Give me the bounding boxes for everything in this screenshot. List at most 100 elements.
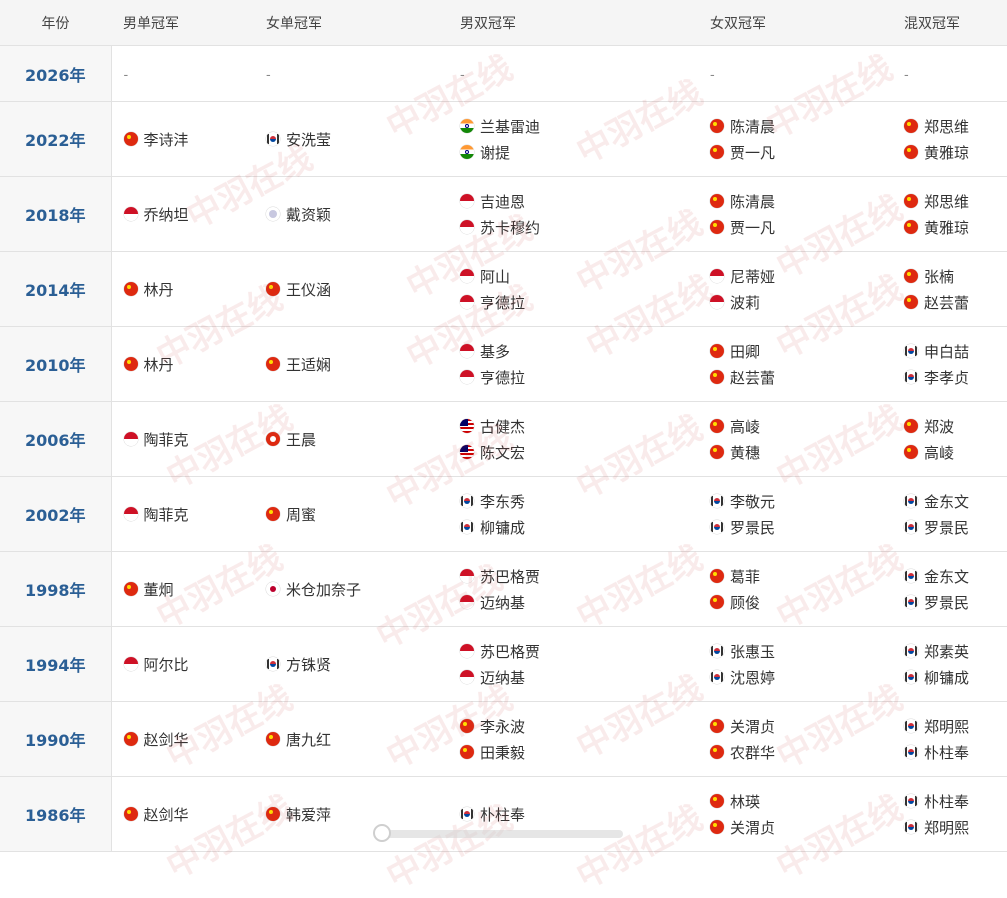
womens-singles-cell: 安洗莹: [254, 101, 448, 177]
korea-flag-icon: [266, 657, 280, 671]
table-row: 2010年 林丹 王适娴 基多 亨德拉 田卿 赵芸蕾 申白喆 李孝贞: [0, 326, 1007, 402]
header-mens-singles: 男单冠军: [111, 0, 254, 46]
player: 米仓加奈子: [266, 576, 448, 602]
player: 顾俊: [710, 589, 892, 615]
player: 李孝贞: [904, 364, 1007, 390]
player: 赵剑华: [123, 801, 255, 827]
player-name: 张楠: [924, 267, 955, 286]
mens-singles-cell: 乔纳坦: [111, 176, 254, 252]
player-name: 陈清晨: [730, 192, 776, 211]
hongkong-flag-icon: [266, 432, 280, 446]
empty-marker: -: [123, 67, 129, 83]
india-flag-icon: [460, 145, 474, 159]
womens-doubles-cell: 高崚 黄穗: [698, 401, 892, 477]
korea-flag-icon: [904, 569, 918, 583]
womens-doubles-cell: 林瑛 关渭贞: [698, 776, 892, 852]
player: 郑素英: [904, 638, 1007, 664]
player-name: 李东秀: [480, 492, 526, 511]
player: 朴柱奉: [460, 801, 698, 827]
korea-flag-icon: [710, 520, 724, 534]
player-name: 顾俊: [730, 593, 761, 612]
player: 郑波: [904, 413, 1007, 439]
player-name: 葛菲: [730, 567, 761, 586]
year-cell: 2014年: [0, 251, 112, 327]
player-name: 关渭贞: [730, 717, 776, 736]
player-name: 迈纳基: [480, 668, 526, 687]
player: 罗景民: [904, 514, 1007, 540]
player-name: 金东文: [924, 492, 970, 511]
table-row: 2022年 李诗沣 安洗莹 兰基雷迪 谢提 陈清晨 贾一凡 郑思维 黄雅琼: [0, 101, 1007, 177]
mixed-doubles-cell: 朴柱奉 郑明熙: [892, 776, 1007, 852]
china-flag-icon: [710, 419, 724, 433]
player-name: 唐九红: [286, 730, 332, 749]
womens-singles-cell: 唐九红: [254, 701, 448, 777]
korea-flag-icon: [904, 595, 918, 609]
mixed-doubles-cell: 郑波高崚: [892, 401, 1007, 477]
korea-flag-icon: [710, 494, 724, 508]
player-name: 张惠玉: [730, 642, 776, 661]
player: 兰基雷迪: [460, 113, 698, 139]
player: 波莉: [710, 289, 892, 315]
player-name: 赵芸蕾: [730, 368, 776, 387]
player-name: 罗景民: [924, 518, 970, 537]
player-name: 罗景民: [924, 593, 970, 612]
mens-doubles-cell: 李东秀 柳镛成: [448, 476, 698, 552]
india-flag-icon: [460, 119, 474, 133]
china-flag-icon: [266, 732, 280, 746]
player-name: 林丹: [143, 355, 174, 374]
header-womens-singles: 女单冠军: [254, 0, 448, 46]
table-row: 2018年 乔纳坦 戴资颖 吉迪恩 苏卡穆约 陈清晨 贾一凡 郑思维 黄雅琼: [0, 176, 1007, 252]
empty-marker: -: [710, 67, 715, 83]
player-name: 郑波: [924, 417, 955, 436]
mens-doubles-cell: 古健杰 陈文宏: [448, 401, 698, 477]
player: 陶菲克: [123, 501, 255, 527]
player-name: 朴柱奉: [480, 805, 526, 824]
player-name: 贾一凡: [730, 218, 776, 237]
champions-table: 年份 男单冠军 女单冠军 男双冠军 女双冠军 混双冠军 2026年 - - - - -20…: [0, 0, 1007, 852]
china-flag-icon: [710, 569, 724, 583]
korea-flag-icon: [904, 370, 918, 384]
korea-flag-icon: [460, 807, 474, 821]
mixed-doubles-cell: 郑思维 黄雅琼: [892, 101, 1007, 177]
korea-flag-icon: [904, 494, 918, 508]
player-name: 赵剑华: [143, 805, 189, 824]
mens-doubles-cell: 基多 亨德拉: [448, 326, 698, 402]
player-name: 黄雅琼: [924, 143, 970, 162]
mixed-doubles-cell: 郑思维 黄雅琼: [892, 176, 1007, 252]
player: 苏卡穆约: [460, 214, 698, 240]
player-name: 李孝贞: [924, 368, 970, 387]
player: 高崚: [904, 439, 1007, 465]
player-name: 王晨: [286, 430, 317, 449]
player: 亨德拉: [460, 289, 698, 315]
player-name: 李敬元: [730, 492, 776, 511]
player: 郑明熙: [904, 713, 1007, 739]
player-name: 吉迪恩: [480, 192, 526, 211]
korea-flag-icon: [904, 670, 918, 684]
player: 田卿: [710, 338, 892, 364]
year-cell: 1990年: [0, 701, 112, 777]
indonesia-flag-icon: [123, 207, 138, 221]
china-flag-icon: [710, 719, 724, 733]
china-flag-icon: [904, 295, 918, 309]
china-flag-icon: [710, 595, 724, 609]
player: 迈纳基: [460, 589, 698, 615]
womens-singles-cell: 王晨: [254, 401, 448, 477]
japan-flag-icon: [266, 582, 280, 596]
player-name: 方铢贤: [286, 655, 332, 674]
china-flag-icon: [710, 220, 724, 234]
china-flag-icon: [266, 507, 280, 521]
china-flag-icon: [460, 719, 474, 733]
korea-flag-icon: [904, 820, 918, 834]
indonesia-flag-icon: [123, 657, 138, 671]
china-flag-icon: [266, 357, 280, 371]
taipei-flag-icon: [266, 207, 280, 221]
table-row: 2026年 - - - - -: [0, 45, 1007, 102]
player-name: 郑明熙: [924, 818, 970, 837]
year-cell: 1986年: [0, 776, 112, 852]
womens-doubles-cell: 陈清晨 贾一凡: [698, 176, 892, 252]
player: 林丹: [123, 276, 255, 302]
player-name: 郑素英: [924, 642, 970, 661]
header-mens-doubles: 男双冠军: [448, 0, 698, 46]
player-name: 苏卡穆约: [480, 218, 541, 237]
player: 罗景民: [904, 589, 1007, 615]
